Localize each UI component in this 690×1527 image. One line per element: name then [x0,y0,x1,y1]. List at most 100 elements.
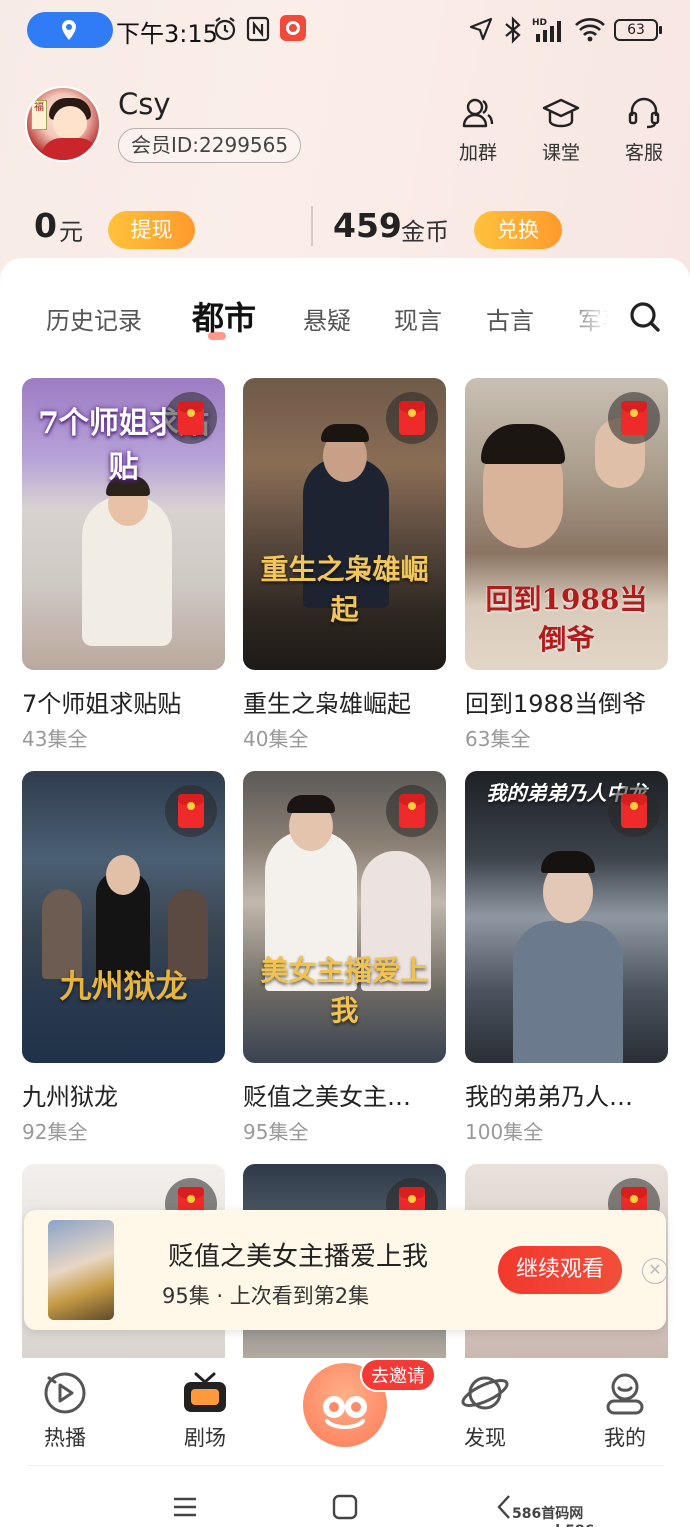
headset-icon [628,97,660,129]
red-envelope-badge[interactable] [608,392,660,444]
drama-episodes: 95集全 [243,1120,309,1144]
nav-hot-label: 热播 [44,1426,86,1450]
watermark: 586首码网 www.h586.com [512,1506,632,1527]
nav-discover-label: 发现 [464,1426,506,1450]
join-group-button[interactable]: 加群 [448,96,508,165]
customer-service-label: 客服 [624,142,663,164]
drama-title: 我的弟弟乃人… [465,1083,633,1111]
red-envelope-badge[interactable] [608,785,660,837]
drama-title: 贬值之美女主… [243,1083,411,1111]
tab-urban[interactable]: 都市 [192,293,256,339]
graduation-cap-icon [542,98,580,128]
drama-card[interactable]: 我的弟弟乃人中龙 我的弟弟乃人… 100集全 [465,771,668,1145]
red-envelope-icon [621,401,647,435]
join-group-label: 加群 [458,142,497,164]
home-icon[interactable] [332,1494,358,1520]
battery-icon: 63 [614,19,662,41]
tabs-fade [560,293,630,343]
nav-theater-label: 剧场 [184,1426,226,1450]
continue-watching-button[interactable]: 继续观看 [498,1246,622,1294]
nav-hot[interactable]: 热播 [25,1370,105,1452]
nav-divider [28,1465,664,1466]
avatar[interactable]: 福 [25,86,101,162]
balance-divider [311,206,313,246]
red-envelope-badge[interactable] [386,392,438,444]
invite-badge[interactable]: 去邀请 [360,1358,436,1392]
poster-title: 美女主播爱上我 [260,954,429,1027]
status-bar: 下午3:15 HD 63 [0,0,690,60]
bluetooth-icon [505,16,521,44]
drama-episodes: 40集全 [243,727,309,751]
classroom-label: 课堂 [541,142,580,164]
app-notification-icon [280,15,306,41]
status-time: 下午3:15 [116,20,218,48]
red-envelope-icon [399,401,425,435]
withdraw-button[interactable]: 提现 [108,211,195,249]
nav-profile-label: 我的 [604,1426,646,1450]
red-envelope-icon [621,794,647,828]
tv-icon [184,1372,226,1412]
red-envelope-badge[interactable] [165,392,217,444]
drama-card[interactable]: 回到1988当倒爷 回到1988当倒爷 63集全 [465,378,668,752]
planet-icon [461,1376,509,1410]
tab-suspense[interactable]: 悬疑 [303,301,351,336]
search-icon[interactable] [628,300,662,334]
drama-title: 回到1988当倒爷 [465,690,647,718]
drama-title: 九州狱龙 [22,1083,118,1111]
drama-card[interactable]: 7个师姐求贴贴 7个师姐求贴贴 43集全 [22,378,225,752]
wifi-icon [575,18,605,42]
coin-unit: 金币 [401,218,449,246]
profile-icon [606,1373,644,1415]
drama-episodes: 63集全 [465,727,531,751]
alarm-icon [214,17,236,41]
user-group-icon [462,98,494,128]
username: Csy [118,87,171,121]
close-icon[interactable]: ✕ [642,1258,668,1284]
drama-episodes: 92集全 [22,1120,88,1144]
nfc-icon [246,16,270,42]
back-icon[interactable] [496,1494,512,1520]
member-id-badge: 会员ID:2299565 [118,128,302,163]
drama-poster[interactable]: 7个师姐求贴贴 [22,378,225,670]
drama-card[interactable]: 重生之枭雄崛起 重生之枭雄崛起 40集全 [243,378,446,752]
tab-ancient-romance[interactable]: 古言 [486,301,534,336]
drama-poster[interactable]: 重生之枭雄崛起 [243,378,446,670]
hd-signal-icon: HD [532,18,561,42]
tab-history[interactable]: 历史记录 [46,301,142,336]
poster-title: 九州狱龙 [59,967,188,1005]
nav-theater[interactable]: 剧场 [165,1370,245,1452]
red-envelope-badge[interactable] [165,785,217,837]
tab-modern-romance[interactable]: 现言 [394,301,442,336]
continue-thumbnail [48,1220,114,1320]
drama-card[interactable]: 美女主播爱上我 贬值之美女主… 95集全 [243,771,446,1145]
drama-episodes: 43集全 [22,727,88,751]
exchange-button[interactable]: 兑换 [474,211,562,249]
coin-balance: 459 [333,206,402,245]
red-envelope-icon [399,794,425,828]
play-bubble-icon [44,1372,86,1414]
location-icon [62,20,76,40]
red-envelope-icon [178,794,204,828]
drama-poster[interactable]: 美女主播爱上我 [243,771,446,1063]
cash-balance: 0 [34,206,57,245]
red-envelope-badge[interactable] [386,785,438,837]
nav-profile[interactable]: 我的 [585,1370,665,1452]
continue-title: 贬值之美女主播爱上我 [168,1242,429,1272]
drama-title: 重生之枭雄崛起 [243,690,411,718]
red-envelope-icon [178,401,204,435]
location-pill[interactable] [27,12,113,48]
customer-service-button[interactable]: 客服 [614,96,674,165]
svg-text:HD: HD [532,18,547,28]
drama-card[interactable]: 九州狱龙 九州狱龙 92集全 [22,771,225,1145]
continue-watching-banner[interactable]: 贬值之美女主播爱上我 95集 · 上次看到第2集 继续观看 ✕ [24,1210,668,1330]
classroom-button[interactable]: 课堂 [531,96,591,165]
poster-title: 回到1988当倒爷 [485,583,648,656]
poster-title: 重生之枭雄崛起 [260,553,429,626]
menu-icon[interactable] [172,1496,198,1518]
drama-title: 7个师姐求贴贴 [22,690,182,718]
nav-discover[interactable]: 发现 [445,1370,525,1452]
drama-poster[interactable]: 我的弟弟乃人中龙 [465,771,668,1063]
drama-poster[interactable]: 九州狱龙 [22,771,225,1063]
drama-poster[interactable]: 回到1988当倒爷 [465,378,668,670]
continue-progress: 95集 · 上次看到第2集 [162,1284,370,1308]
